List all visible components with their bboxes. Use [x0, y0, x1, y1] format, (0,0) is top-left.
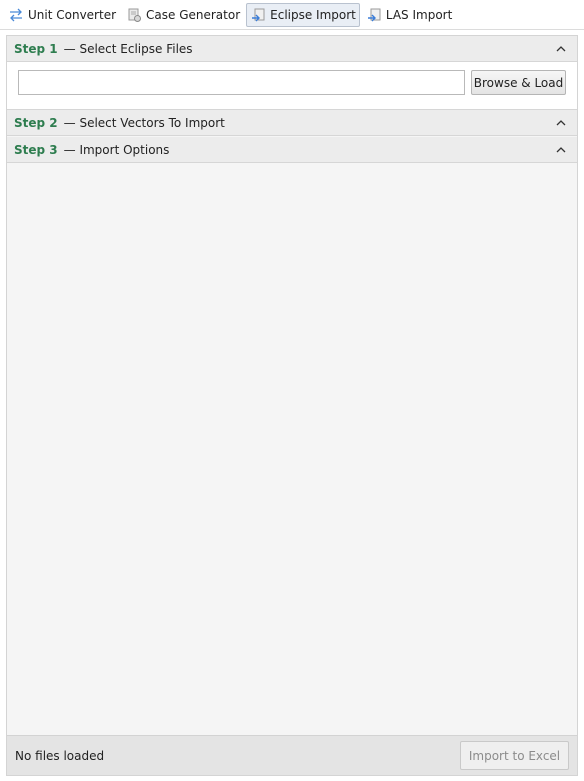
step-title: — Select Vectors To Import: [63, 115, 225, 130]
toolbar-item-label: Unit Converter: [28, 7, 117, 22]
step-title: — Import Options: [63, 142, 170, 157]
step-number: Step 2: [14, 115, 58, 130]
step-number: Step 1: [14, 41, 58, 56]
status-footer: No files loaded Import to Excel: [7, 735, 577, 775]
step-number: Step 3: [14, 142, 58, 157]
import-file-icon: [366, 7, 382, 23]
toolbar-item-case-generator[interactable]: Case Generator: [122, 3, 244, 27]
swap-arrows-icon: [8, 7, 24, 23]
step-title: — Select Eclipse Files: [63, 41, 193, 56]
toolbar-item-label: Eclipse Import: [270, 7, 356, 22]
document-gear-icon: [126, 7, 142, 23]
toolbar-item-label: Case Generator: [146, 7, 241, 22]
toolbar-item-las-import[interactable]: LAS Import: [362, 3, 456, 27]
step-1-header[interactable]: Step 1 — Select Eclipse Files: [7, 36, 577, 62]
step-2-header[interactable]: Step 2 — Select Vectors To Import: [7, 110, 577, 136]
chevron-up-icon[interactable]: [555, 43, 567, 55]
import-file-icon: [250, 7, 266, 23]
chevron-up-icon[interactable]: [555, 117, 567, 129]
file-path-input[interactable]: [18, 70, 465, 95]
toolbar-item-label: LAS Import: [385, 7, 453, 22]
chevron-up-icon[interactable]: [555, 144, 567, 156]
step-3-header[interactable]: Step 3 — Import Options: [7, 137, 577, 163]
import-to-excel-button[interactable]: Import to Excel: [460, 741, 569, 770]
step-1-body: Browse & Load: [7, 62, 577, 110]
import-panel: Step 1 — Select Eclipse Files Browse & L…: [6, 35, 578, 776]
toolbar: Unit Converter Case Generator Eclipse Im…: [0, 0, 584, 30]
toolbar-item-eclipse-import[interactable]: Eclipse Import: [246, 2, 360, 27]
browse-load-button[interactable]: Browse & Load: [471, 70, 566, 95]
status-text: No files loaded: [15, 749, 105, 763]
toolbar-item-unit-converter[interactable]: Unit Converter: [4, 3, 120, 27]
